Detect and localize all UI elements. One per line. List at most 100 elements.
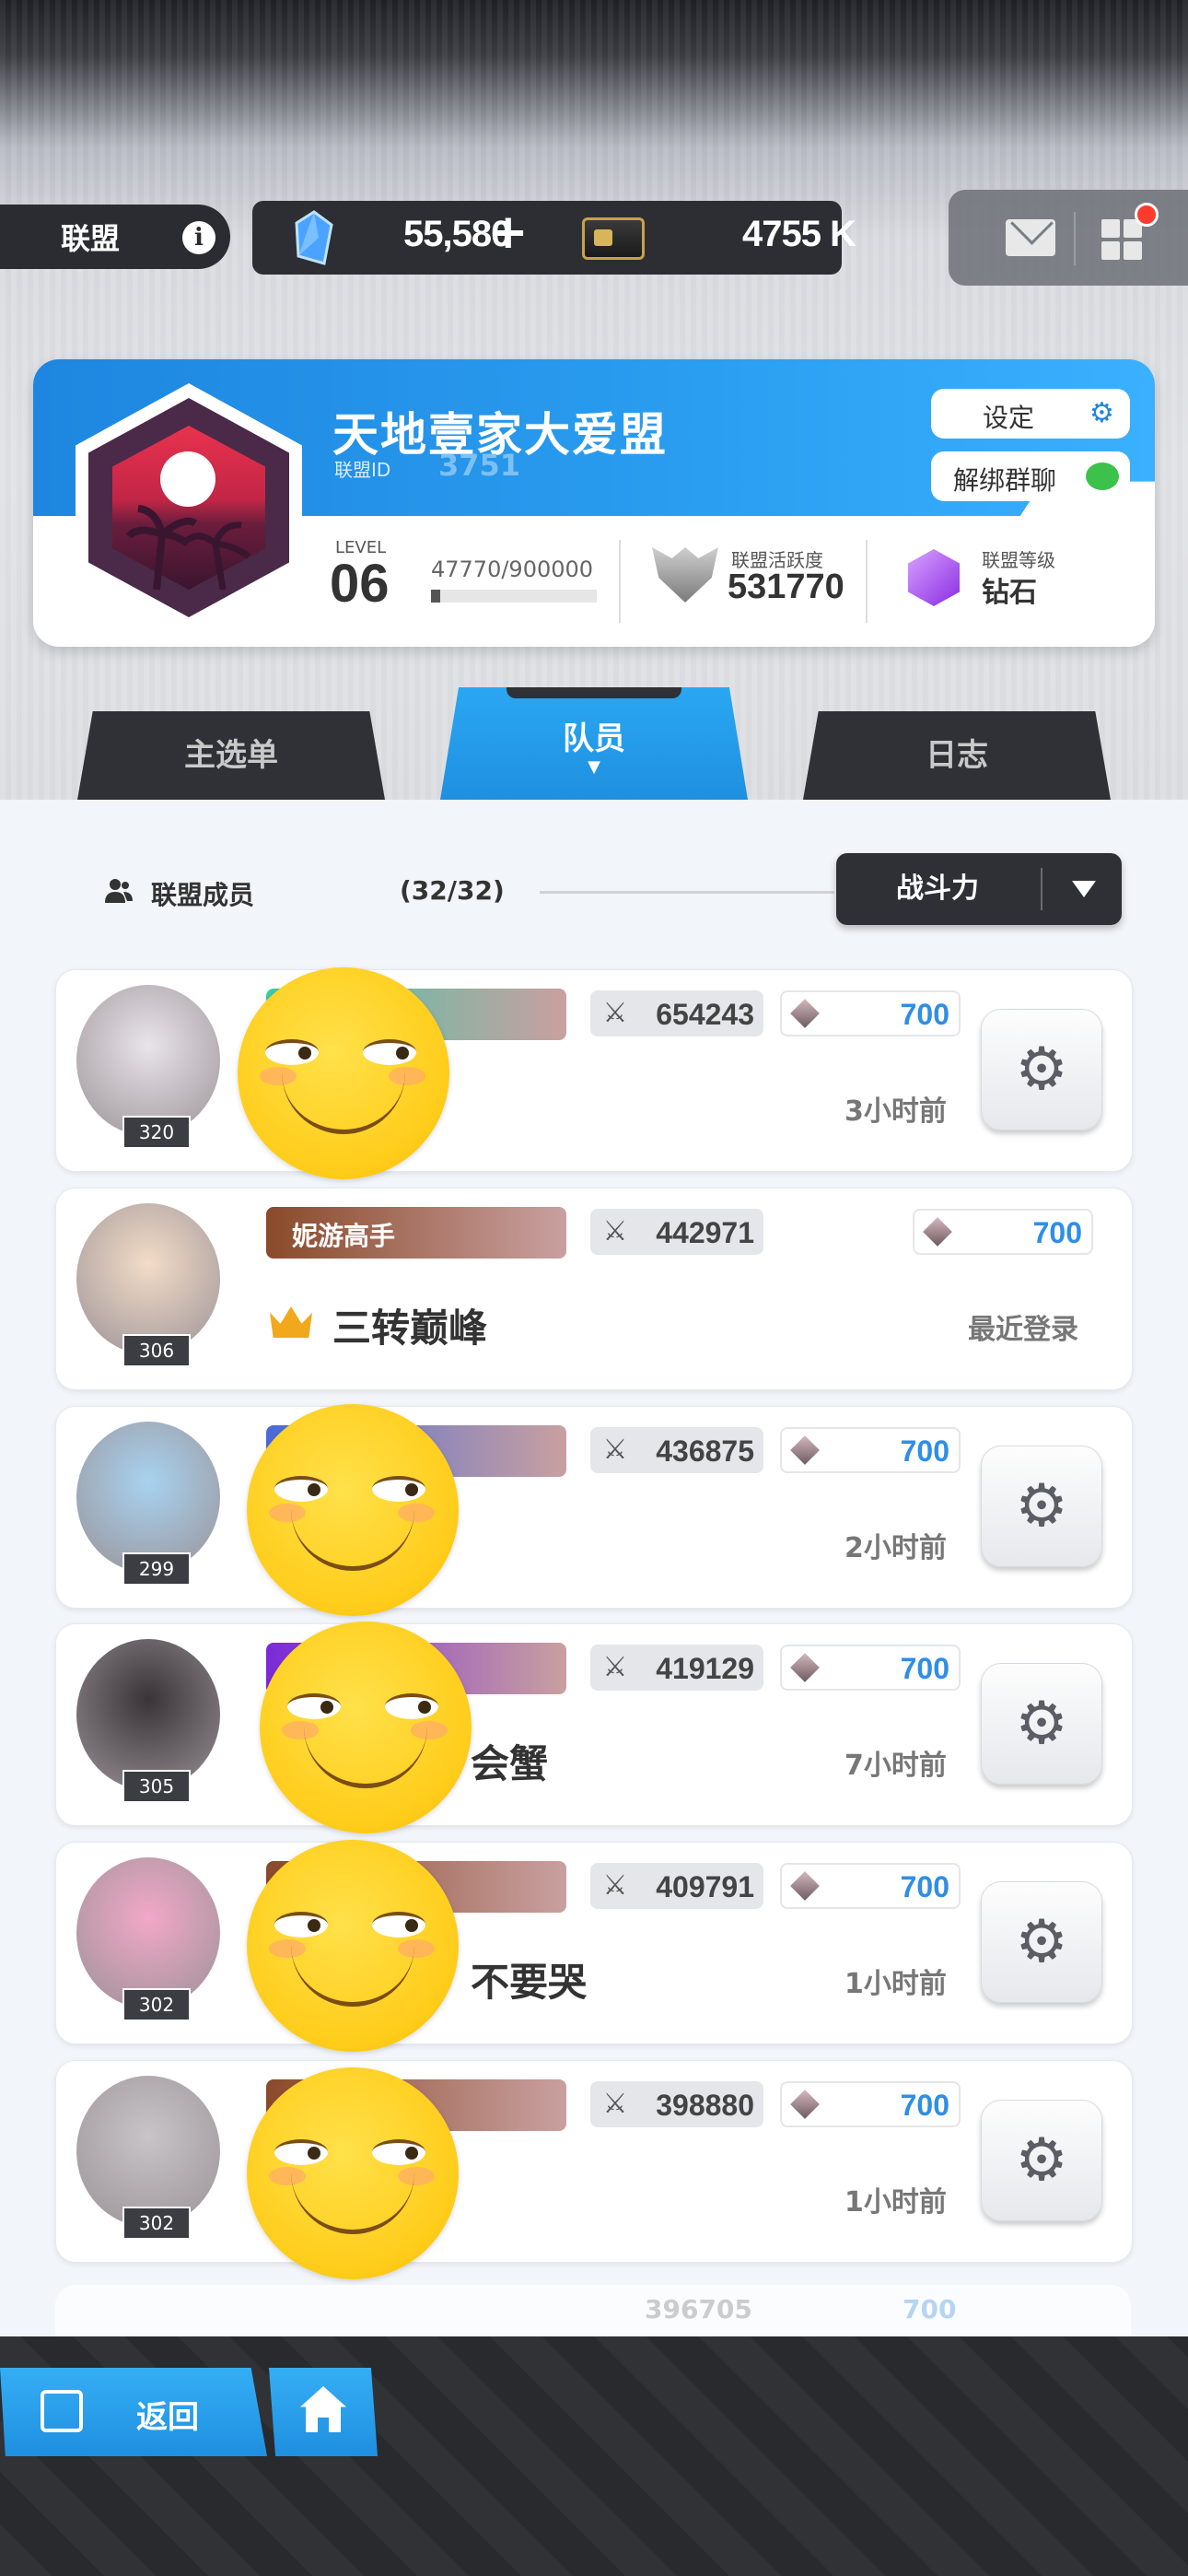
emoji-sticker	[247, 2067, 459, 2279]
member-level-badge: 320	[122, 1116, 191, 1149]
guild-id-label: 联盟ID	[334, 459, 391, 481]
gear-icon: ⚙	[1015, 1036, 1068, 1104]
last-login-time: 7小时前	[844, 1750, 947, 1782]
exp-progress-fill	[431, 590, 440, 603]
tab-log-label: 日志	[926, 737, 988, 774]
power-box: ⚔ 436875	[590, 1427, 763, 1473]
member-row[interactable]: 306 妮游高手 ⚔ 442971 700 三转巅峰 最近登录	[55, 1188, 1133, 1390]
contribution-value: 700	[900, 998, 949, 1031]
settings-button-label: 设定	[983, 403, 1035, 433]
activity-value: 531770	[728, 568, 844, 606]
power-box: ⚔ 419129	[590, 1645, 763, 1691]
crystal-icon	[790, 1871, 820, 1901]
member-avatar[interactable]	[76, 1422, 220, 1573]
tab-log[interactable]: 日志	[803, 711, 1111, 800]
unbind-group-button[interactable]: 解绑群聊	[931, 451, 1130, 501]
swords-icon: ⚔	[602, 1869, 628, 1902]
member-settings-button[interactable]: ⚙	[981, 1663, 1102, 1785]
add-gems-button[interactable]: +	[488, 205, 529, 260]
contribution-value: 700	[900, 1434, 949, 1468]
exp-text: 47770/900000	[431, 556, 594, 582]
list-item-partial: 396705 700	[55, 2285, 1131, 2336]
member-settings-button[interactable]: ⚙	[981, 1881, 1102, 2003]
tab-notch	[507, 687, 681, 698]
gear-icon: ⚙	[1015, 1690, 1068, 1758]
exp-progress-bar	[431, 590, 597, 603]
contribution-box: 700	[780, 990, 961, 1036]
contribution-box: 700	[780, 1427, 961, 1473]
member-name: 会蟹	[471, 1741, 549, 1786]
notification-dot	[1135, 203, 1159, 227]
member-avatar[interactable]	[76, 1857, 220, 2008]
gear-icon: ⚙	[1015, 2126, 1068, 2195]
chevron-down-icon	[1072, 881, 1096, 897]
back-button-label: 返回	[136, 2399, 199, 2436]
power-value: 396705	[645, 2294, 752, 2324]
tab-members[interactable]: 队员 ▼	[440, 687, 748, 800]
union-label-text: 联盟	[61, 221, 121, 256]
grid-menu-icon[interactable]	[1101, 219, 1144, 262]
activity-shield-icon	[652, 547, 718, 603]
member-row[interactable]: 299的阁下⚔4368757002小时前⚙	[55, 1406, 1133, 1609]
power-box: ⚔ 398880	[590, 2081, 763, 2127]
swords-icon: ⚔	[602, 1651, 628, 1683]
members-count: (32/32)	[400, 875, 505, 906]
member-settings-button[interactable]: ⚙	[981, 1009, 1102, 1130]
contribution-value: 700	[1032, 1216, 1082, 1249]
emoji-sticker	[238, 967, 449, 1179]
gear-icon: ⚙	[1015, 1472, 1068, 1540]
unbind-group-label: 解绑群聊	[953, 465, 1057, 496]
divider	[1074, 212, 1076, 265]
sort-dropdown[interactable]: 战斗力	[836, 853, 1122, 925]
members-label: 联盟成员	[151, 880, 255, 910]
member-row[interactable]: 302妮游高手⚔3988807001小时前⚙	[55, 2060, 1133, 2263]
member-avatar[interactable]	[76, 1203, 220, 1354]
crystal-icon	[790, 1435, 820, 1465]
mail-icon[interactable]	[1006, 219, 1055, 256]
last-login-time: 3小时前	[844, 1095, 947, 1128]
member-avatar[interactable]	[76, 1639, 220, 1790]
members-icon	[105, 879, 133, 903]
contribution-box: 700	[780, 1645, 961, 1691]
member-level-badge: 305	[122, 1770, 191, 1803]
power-box: ⚔ 442971	[590, 1209, 763, 1255]
member-row[interactable]: 302妮游高手⚔409791700不要哭1小时前⚙	[55, 1842, 1133, 2044]
rank-label: 联盟等级	[982, 549, 1055, 571]
member-row[interactable]: 305RAID⚔419129700会蟹7小时前⚙	[55, 1623, 1133, 1826]
tab-main-menu[interactable]: 主选单	[77, 711, 385, 800]
member-name: 不要哭	[471, 1960, 588, 2005]
contribution-box: 700	[913, 1209, 1093, 1255]
divider	[540, 891, 834, 894]
last-login-time: 2小时前	[844, 1532, 947, 1564]
member-row[interactable]: 320的指挥官⚔6542437003小时前⚙	[55, 969, 1133, 1172]
swords-icon: ⚔	[602, 1434, 628, 1466]
tab-active-indicator: ▼	[588, 757, 600, 777]
last-login-time: 1小时前	[844, 2186, 947, 2219]
exit-icon	[41, 2390, 83, 2432]
power-value: 419129	[656, 1652, 754, 1685]
member-settings-button[interactable]: ⚙	[981, 1446, 1102, 1567]
member-avatar[interactable]	[76, 985, 220, 1136]
power-value: 436875	[656, 1434, 754, 1468]
contribution-box: 700	[780, 2081, 961, 2127]
member-settings-button[interactable]: ⚙	[981, 2100, 1102, 2221]
contribution-box: 700	[780, 1863, 961, 1909]
contribution-value: 700	[900, 1652, 949, 1685]
sort-dropdown-label: 战斗力	[896, 872, 979, 905]
power-box: ⚔ 409791	[590, 1863, 763, 1909]
power-box: ⚔ 654243	[590, 990, 763, 1036]
divider	[1041, 868, 1042, 910]
member-title-badge: 妮游高手	[266, 1207, 566, 1259]
member-level-badge: 299	[122, 1552, 191, 1586]
gem-icon	[295, 210, 333, 265]
info-icon[interactable]: i	[182, 221, 215, 254]
settings-button[interactable]: 设定 ⚙	[931, 389, 1130, 439]
power-value: 398880	[656, 2089, 754, 2122]
diamond-rank-icon	[908, 549, 960, 606]
swords-icon: ⚔	[602, 2088, 628, 2120]
contribution-value: 700	[900, 1870, 949, 1903]
swords-icon: ⚔	[602, 997, 628, 1029]
crown-icon	[270, 1306, 312, 1338]
contribution-value: 700	[903, 2294, 957, 2324]
member-avatar[interactable]	[76, 2076, 220, 2227]
